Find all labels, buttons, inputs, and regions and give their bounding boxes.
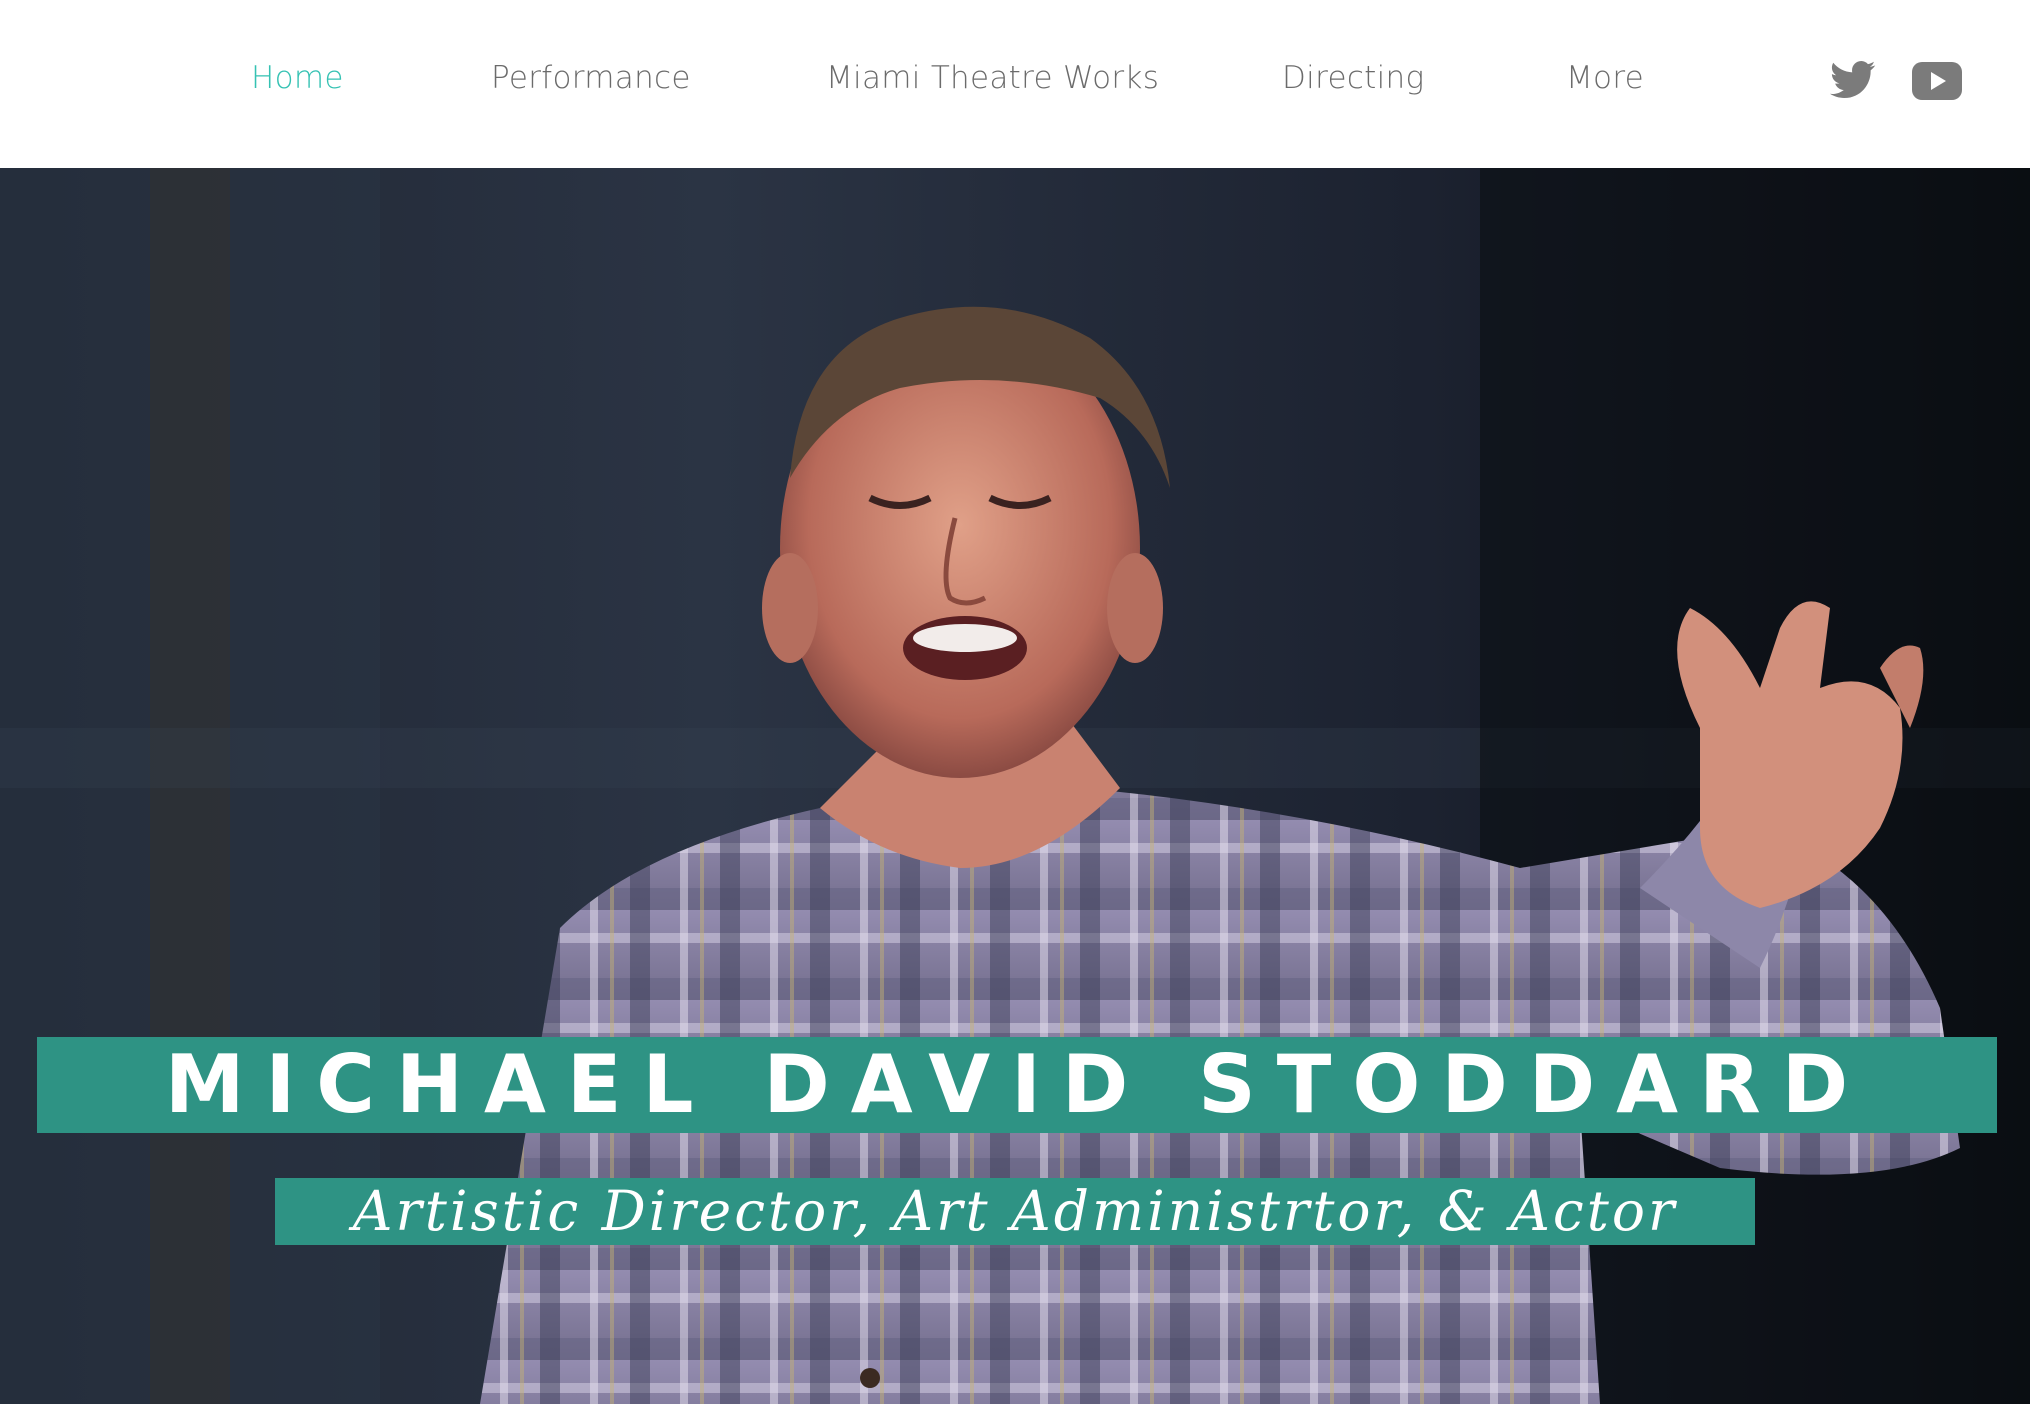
hero-section: MICHAEL DAVID STODDARD Artistic Director… <box>0 168 2030 1404</box>
nav-more[interactable]: More <box>1566 60 1644 96</box>
performer-subtitle: Artistic Director, Art Administrtor, & A… <box>352 1179 1678 1243</box>
page: Home Performance Miami Theatre Works Dir… <box>0 0 2030 1404</box>
youtube-icon[interactable] <box>1912 62 1962 112</box>
site-header: Home Performance Miami Theatre Works Dir… <box>0 0 2030 168</box>
nav-miami-theatre-works[interactable]: Miami Theatre Works <box>826 60 1159 96</box>
nav-performance[interactable]: Performance <box>491 60 691 96</box>
nav-home[interactable]: Home <box>251 60 344 96</box>
performer-name: MICHAEL DAVID STODDARD <box>164 1038 1870 1131</box>
nav-directing[interactable]: Directing <box>1282 60 1424 96</box>
twitter-icon[interactable] <box>1830 60 1880 110</box>
